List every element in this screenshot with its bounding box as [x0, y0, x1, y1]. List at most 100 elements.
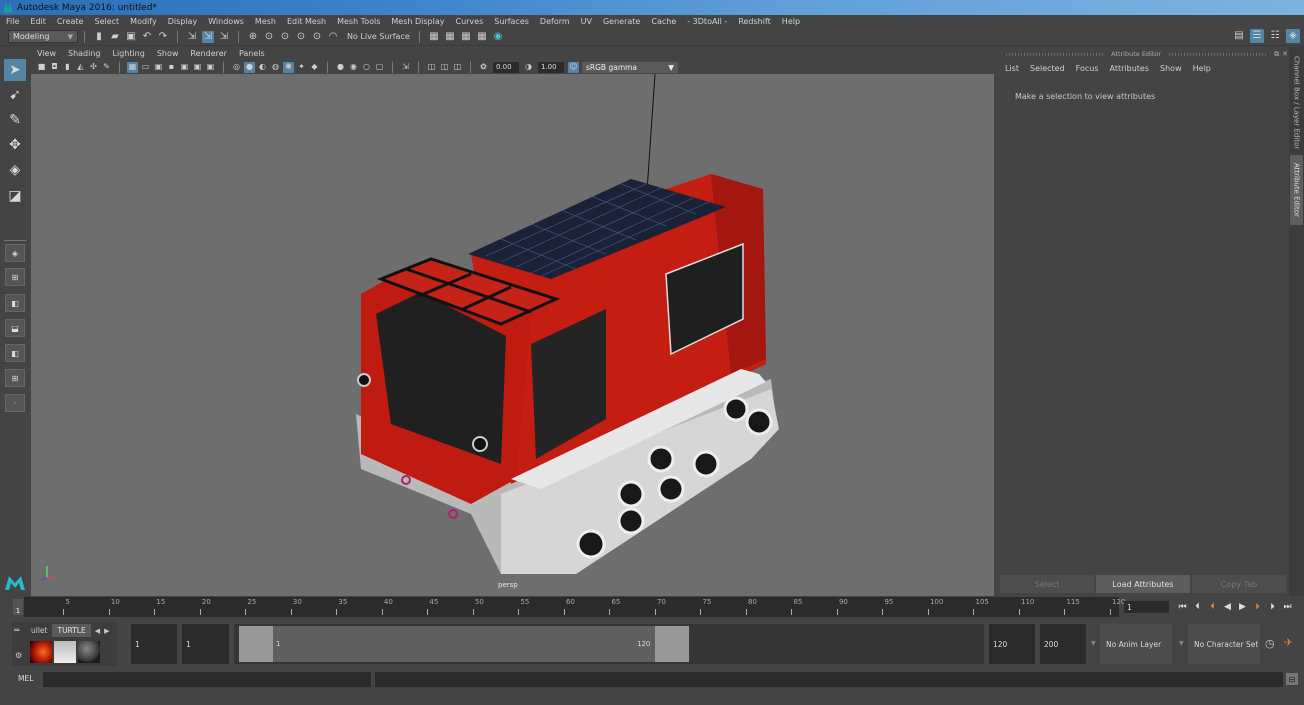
motion-blur-icon[interactable]: ●	[335, 62, 346, 73]
animation-end-field[interactable]: 200	[1040, 624, 1086, 664]
play-forward-icon[interactable]: ▶	[1235, 600, 1250, 614]
menu-mesh[interactable]: Mesh	[255, 17, 276, 26]
vp-menu-renderer[interactable]: Renderer	[190, 49, 227, 58]
menu-curves[interactable]: Curves	[455, 17, 483, 26]
depth-of-field-icon[interactable]: ○	[361, 62, 372, 73]
go-to-end-icon[interactable]: ⏭	[1280, 600, 1295, 614]
attribute-editor-toggle-icon[interactable]: ☰	[1250, 29, 1264, 43]
persp-graph-layout-icon[interactable]: ⬓	[5, 319, 25, 337]
menu-cache[interactable]: Cache	[651, 17, 676, 26]
safe-action-icon[interactable]: ▣	[192, 62, 203, 73]
menu-windows[interactable]: Windows	[208, 17, 244, 26]
auto-key-icon[interactable]: ◷	[1265, 637, 1275, 650]
wireframe-on-shaded-icon[interactable]: ◐	[257, 62, 268, 73]
multisample-aa-icon[interactable]: ◉	[348, 62, 359, 73]
isolate-select-icon[interactable]: ⇲	[400, 62, 411, 73]
shelf-tab-bullet[interactable]: ullet	[26, 624, 52, 637]
ambient-occlusion-icon[interactable]: ◆	[309, 62, 320, 73]
camera-attributes-icon[interactable]: ◘	[49, 62, 60, 73]
gate-mask-icon[interactable]: ▪	[166, 62, 177, 73]
menu-edit-mesh[interactable]: Edit Mesh	[287, 17, 326, 26]
xray-joints-icon[interactable]: ◫	[452, 62, 463, 73]
ae-menu-attributes[interactable]: Attributes	[1110, 64, 1150, 73]
hypershade-icon[interactable]: ▦	[476, 31, 488, 43]
grease-pencil-icon[interactable]: ✎	[101, 62, 112, 73]
view-transform-dropdown[interactable]: sRGB gamma ▼	[582, 61, 678, 73]
undo-icon[interactable]: ↶	[141, 31, 153, 43]
redshift-icon[interactable]: ◉	[492, 31, 504, 43]
menu-display[interactable]: Display	[168, 17, 198, 26]
select-hierarchy-icon[interactable]: ⇲	[186, 31, 198, 43]
ae-menu-list[interactable]: List	[1005, 64, 1019, 73]
character-set-dropdown-icon[interactable]: ▼	[1179, 640, 1184, 647]
camera-icon[interactable]: ■	[36, 62, 47, 73]
bullet-fire-icon[interactable]	[30, 641, 52, 663]
anim-layer-field[interactable]: No Anim Layer	[1100, 624, 1172, 664]
step-forward-key-icon[interactable]: ⏵	[1265, 600, 1280, 614]
persp-hypershade-layout-icon[interactable]: ◧	[5, 344, 25, 362]
menu-redshift[interactable]: Redshift	[738, 17, 770, 26]
ae-menu-help[interactable]: Help	[1193, 64, 1211, 73]
command-input[interactable]	[43, 672, 371, 687]
bookmark-icon[interactable]: ▮	[62, 62, 73, 73]
render-settings-icon[interactable]: ▦	[460, 31, 472, 43]
ae-menu-show[interactable]: Show	[1160, 64, 1182, 73]
gamma-field[interactable]: 1.00	[538, 61, 564, 73]
image-plane-icon[interactable]: ◭	[75, 62, 86, 73]
snap-view-plane-icon[interactable]: ⊙	[295, 31, 307, 43]
lasso-tool-icon[interactable]: ➹	[4, 84, 26, 106]
field-chart-icon[interactable]: ▣	[179, 62, 190, 73]
select-tool-icon[interactable]: ➤	[4, 59, 26, 81]
four-view-layout-icon[interactable]: ⊞	[5, 268, 25, 286]
xray-icon[interactable]: ◫	[426, 62, 437, 73]
layout-more-icon[interactable]: ·	[5, 394, 25, 412]
shelf-scroll-left-icon[interactable]: ◀	[95, 627, 100, 635]
exposure-field[interactable]: 0.00	[493, 61, 519, 73]
range-end-handle[interactable]	[655, 626, 689, 662]
load-attributes-button[interactable]: Load Attributes	[1096, 575, 1190, 593]
menu-file[interactable]: File	[6, 17, 19, 26]
step-back-frame-icon[interactable]: ⏴	[1205, 600, 1220, 614]
script-editor-icon[interactable]: ⊟	[1286, 673, 1298, 685]
xray-active-components-icon[interactable]: ◫	[439, 62, 450, 73]
float-panel-icon[interactable]: ⧉	[1274, 50, 1279, 59]
menu-uv[interactable]: UV	[581, 17, 592, 26]
persp-outliner-layout-icon[interactable]: ◧	[5, 294, 25, 312]
range-start-handle[interactable]	[239, 626, 273, 662]
menu-3dtoall[interactable]: - 3DtoAll -	[687, 17, 727, 26]
shelf-settings-icon[interactable]: ⚙	[15, 651, 22, 660]
menu-modify[interactable]: Modify	[130, 17, 157, 26]
tool-settings-icon[interactable]: ☷	[1268, 29, 1282, 43]
persp-outliner-graph-layout-icon[interactable]: ⊞	[5, 369, 25, 387]
sphere-material-icon[interactable]	[78, 641, 100, 663]
shelf-tab-turtle[interactable]: TURTLE	[52, 624, 91, 637]
safe-title-icon[interactable]: ▣	[205, 62, 216, 73]
current-frame-field[interactable]: 1	[1124, 601, 1169, 613]
go-to-start-icon[interactable]: ⏮	[1175, 600, 1190, 614]
shadows-icon[interactable]: ✦	[296, 62, 307, 73]
menu-deform[interactable]: Deform	[540, 17, 570, 26]
menu-mesh-display[interactable]: Mesh Display	[391, 17, 444, 26]
new-scene-icon[interactable]: ▮	[93, 31, 105, 43]
2d-pan-zoom-icon[interactable]: ✣	[88, 62, 99, 73]
close-icon[interactable]: ✕	[1282, 50, 1288, 58]
snap-grid-icon[interactable]: ⊕	[247, 31, 259, 43]
menu-create[interactable]: Create	[57, 17, 84, 26]
playback-start-field[interactable]: 1	[182, 624, 229, 664]
vp-menu-panels[interactable]: Panels	[239, 49, 265, 58]
step-back-key-icon[interactable]: ⏴	[1190, 600, 1205, 614]
textured-icon[interactable]: ◍	[270, 62, 281, 73]
film-gate-icon[interactable]: ▭	[140, 62, 151, 73]
select-component-icon[interactable]: ⇲	[218, 31, 230, 43]
tab-channel-box[interactable]: Channel Box / Layer Editor	[1290, 55, 1303, 150]
use-all-lights-icon[interactable]: ✺	[283, 61, 294, 73]
range-slider[interactable]: 1 120	[234, 624, 984, 664]
menu-help[interactable]: Help	[782, 17, 800, 26]
playback-end-field[interactable]: 120	[989, 624, 1035, 664]
menu-generate[interactable]: Generate	[603, 17, 640, 26]
open-scene-icon[interactable]: ▰	[109, 31, 121, 43]
script-language-toggle[interactable]: MEL	[18, 674, 33, 683]
perspective-viewport[interactable]: persp	[31, 74, 994, 596]
vp-menu-shading[interactable]: Shading	[68, 49, 101, 58]
drag-handle[interactable]	[1169, 52, 1267, 56]
